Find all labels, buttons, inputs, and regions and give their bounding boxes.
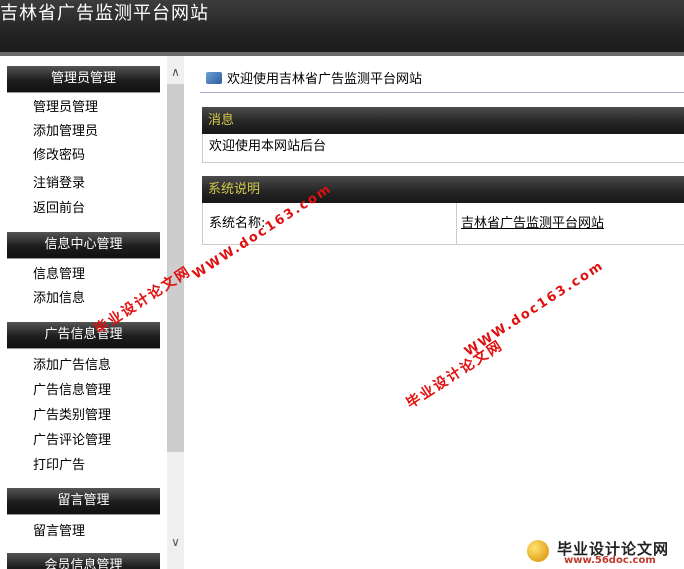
section-messages[interactable]: 留言管理 — [7, 488, 160, 514]
link-ad-manage[interactable]: 广告信息管理 — [33, 382, 111, 400]
welcome-text: 欢迎使用吉林省广告监测平台网站 — [227, 72, 423, 87]
link-admin-manage[interactable]: 管理员管理 — [33, 99, 98, 117]
main-content: 欢迎使用吉林省广告监测平台网站 消息 欢迎使用本网站后台 系统说明 系统名称: … — [200, 56, 684, 569]
cell-divider — [456, 203, 457, 244]
system-name-link[interactable]: 吉林省广告监测平台网站 — [461, 211, 604, 237]
divider — [200, 92, 684, 93]
scroll-down-icon[interactable]: ∨ — [167, 532, 184, 552]
link-change-password[interactable]: 修改密码 — [33, 147, 85, 165]
scroll-up-icon[interactable]: ∧ — [167, 62, 184, 82]
news-panel-body: 欢迎使用本网站后台 — [202, 134, 684, 163]
link-add-ad[interactable]: 添加广告信息 — [33, 357, 111, 375]
corner-logo: 毕业设计论文网 www.56doc.com — [527, 538, 679, 566]
link-print-ad[interactable]: 打印广告 — [33, 457, 85, 475]
link-back-frontend[interactable]: 返回前台 — [33, 200, 85, 218]
header: 吉林省广告监测平台网站 — [0, 0, 684, 56]
book-icon — [206, 72, 222, 84]
link-add-info[interactable]: 添加信息 — [33, 290, 85, 308]
welcome-line: 欢迎使用吉林省广告监测平台网站 — [206, 71, 422, 89]
sidebar-scrollbar[interactable]: ∧ ∨ — [167, 56, 184, 569]
link-logout[interactable]: 注销登录 — [33, 175, 85, 193]
section-ad-info[interactable]: 广告信息管理 — [7, 322, 160, 348]
link-add-admin[interactable]: 添加管理员 — [33, 123, 98, 141]
logo-url: www.56doc.com — [564, 555, 656, 566]
link-ad-comments[interactable]: 广告评论管理 — [33, 432, 111, 450]
news-panel-title: 消息 — [202, 107, 684, 134]
section-info-center[interactable]: 信息中心管理 — [7, 232, 160, 258]
site-title: 吉林省广告监测平台网站 — [0, 3, 209, 24]
section-members[interactable]: 会员信息管理 — [7, 553, 160, 569]
link-info-manage[interactable]: 信息管理 — [33, 266, 85, 284]
link-ad-category[interactable]: 广告类别管理 — [33, 407, 111, 425]
system-panel-title: 系统说明 — [202, 176, 684, 203]
globe-icon — [527, 540, 549, 562]
section-admin[interactable]: 管理员管理 — [7, 66, 160, 92]
sidebar: 管理员管理 管理员管理 添加管理员 修改密码 注销登录 返回前台 信息中心管理 … — [0, 56, 167, 569]
link-message-manage[interactable]: 留言管理 — [33, 523, 85, 541]
